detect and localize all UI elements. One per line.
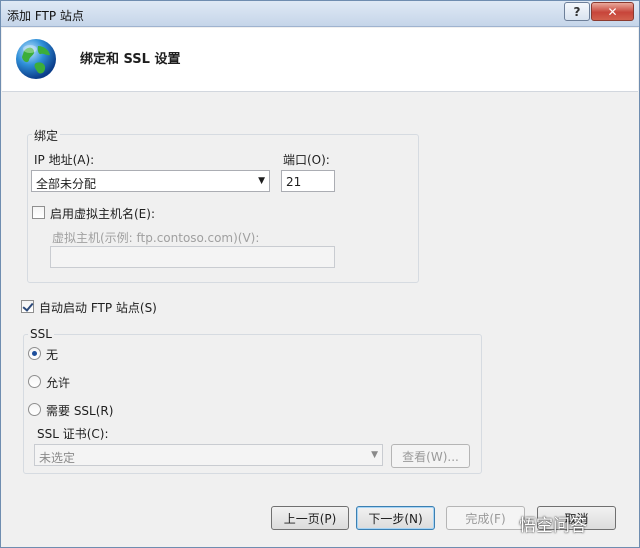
ip-address-label: IP 地址(A):: [34, 153, 95, 167]
port-input[interactable]: 21: [281, 170, 335, 192]
binding-legend: 绑定: [32, 127, 61, 144]
globe-icon: [16, 39, 56, 79]
next-button[interactable]: 下一步(N): [356, 506, 435, 530]
ssl-allow-radio[interactable]: [28, 375, 41, 388]
ssl-require-radio[interactable]: [28, 403, 41, 416]
chevron-down-icon: ▼: [371, 450, 378, 460]
ip-address-select[interactable]: 全部未分配 ▼: [31, 170, 270, 192]
dialog-window: 添加 FTP 站点 ? ✕ 绑定和 SSL 设置 绑定 IP 地址(A): 全部…: [0, 0, 640, 548]
page-title: 绑定和 SSL 设置: [80, 52, 181, 67]
wizard-header: 绑定和 SSL 设置: [2, 28, 638, 92]
vhost-input[interactable]: [50, 246, 335, 268]
enable-vhost-checkbox[interactable]: [32, 206, 45, 219]
title-bar[interactable]: 添加 FTP 站点 ? ✕: [1, 1, 639, 27]
ip-address-value: 全部未分配: [36, 177, 97, 191]
autostart-checkbox[interactable]: [21, 300, 34, 313]
ssl-cert-select[interactable]: 未选定 ▼: [34, 444, 383, 466]
ssl-require-label[interactable]: 需要 SSL(R): [46, 402, 113, 419]
help-button[interactable]: ?: [564, 2, 590, 21]
finish-button[interactable]: 完成(F): [446, 506, 525, 530]
watermark-logo: 悟空问答: [519, 516, 587, 536]
autostart-label[interactable]: 自动启动 FTP 站点(S): [39, 299, 157, 316]
port-value: 21: [286, 175, 302, 189]
port-label: 端口(O):: [283, 153, 330, 167]
previous-button[interactable]: 上一页(P): [271, 506, 349, 530]
view-cert-button[interactable]: 查看(W)...: [391, 444, 470, 468]
chevron-down-icon: ▼: [258, 176, 265, 186]
ssl-cert-value: 未选定: [39, 451, 76, 465]
ssl-none-label[interactable]: 无: [46, 346, 58, 363]
close-button[interactable]: ✕: [591, 2, 634, 21]
ssl-allow-label[interactable]: 允许: [46, 374, 70, 391]
vhost-label: 虚拟主机(示例: ftp.contoso.com)(V):: [52, 231, 260, 245]
ssl-none-radio[interactable]: [28, 347, 41, 360]
enable-vhost-label[interactable]: 启用虚拟主机名(E):: [50, 205, 155, 222]
ssl-cert-label: SSL 证书(C):: [37, 427, 109, 441]
window-title: 添加 FTP 站点: [7, 9, 84, 23]
ssl-legend: SSL: [28, 327, 54, 341]
